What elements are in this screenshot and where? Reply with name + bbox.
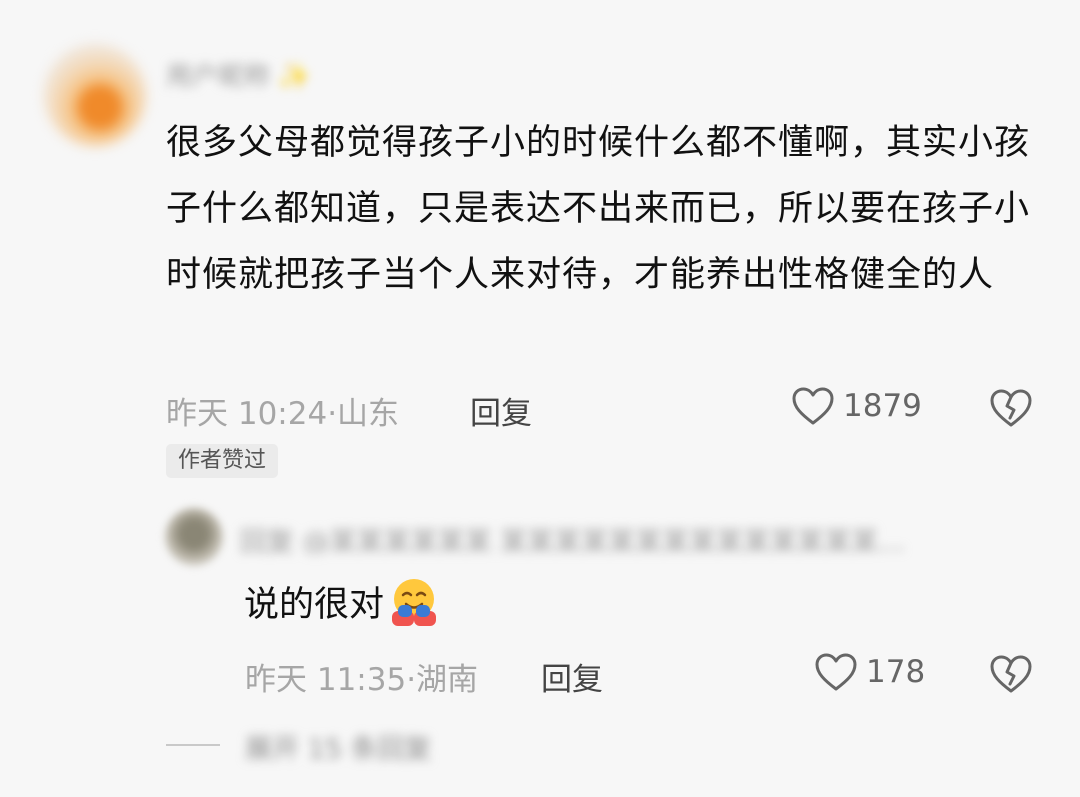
reply-like-button[interactable]: 178 xyxy=(814,652,925,692)
commenter-username[interactable]: 用户昵称 ✨ xyxy=(166,56,386,92)
dislike-button[interactable] xyxy=(989,388,1033,428)
reply-timestamp-location: 昨天 11:35·湖南 xyxy=(245,662,479,698)
reply-dislike-button[interactable] xyxy=(989,654,1033,694)
reply-like-count: 178 xyxy=(866,654,926,690)
broken-heart-icon xyxy=(990,655,1032,693)
like-count: 1879 xyxy=(843,388,922,424)
comment-text: 很多父母都觉得孩子小的时候什么都不懂啊，其实小孩子什么都知道，只是表达不出来而已… xyxy=(166,123,1031,295)
reply-text: 说的很对 xyxy=(244,584,385,625)
like-button[interactable]: 1879 xyxy=(791,386,922,426)
commenter-avatar[interactable] xyxy=(44,44,146,146)
broken-heart-icon xyxy=(990,389,1032,427)
reply-reply-button[interactable]: 回复 xyxy=(541,654,603,699)
author-liked-badge: 作者赞过 xyxy=(166,444,279,478)
expand-divider xyxy=(166,744,220,746)
heart-icon xyxy=(792,387,834,425)
comment-timestamp-location: 昨天 10:24·山东 xyxy=(166,396,400,432)
reply-text-row: 说的很对 xyxy=(244,575,440,627)
replier-avatar[interactable] xyxy=(165,508,223,566)
reply-button[interactable]: 回复 xyxy=(470,388,532,433)
replier-username[interactable]: 回复 @某某某某某某 某某某某某某某某某某某某某某… xyxy=(240,520,930,554)
hugging-face-emoji-icon xyxy=(388,575,440,627)
expand-replies-button[interactable]: 展开 15 条回复 xyxy=(245,727,505,765)
heart-icon xyxy=(815,653,857,691)
